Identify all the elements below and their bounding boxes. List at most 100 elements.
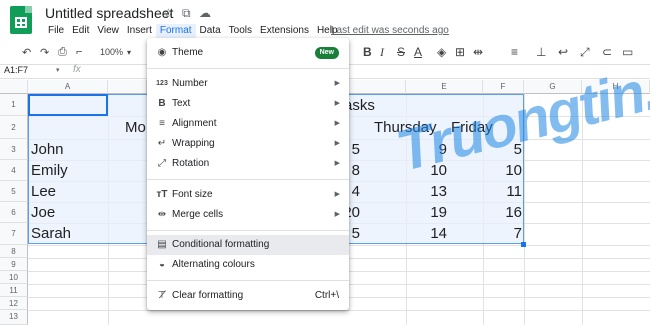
menu-item-wrapping[interactable]: ↵ Wrapping ▶ bbox=[147, 134, 349, 154]
wrap-icon[interactable]: ↩ bbox=[558, 45, 568, 59]
cell-a5[interactable]: Lee bbox=[31, 181, 56, 202]
comment-icon[interactable]: ▭ bbox=[622, 45, 633, 59]
menu-item-font-size[interactable]: тT Font size ▶ bbox=[147, 185, 349, 205]
menu-separator bbox=[147, 230, 349, 231]
submenu-arrow-icon: ▶ bbox=[334, 191, 340, 198]
menu-item-clear-formatting[interactable]: ⊤̸ Clear formatting Ctrl+\ bbox=[147, 286, 349, 306]
row-header-3[interactable]: 3 bbox=[0, 139, 28, 160]
menu-item-conditional-formatting[interactable]: ▤ Conditional formatting bbox=[147, 235, 349, 255]
rotate-icon[interactable]: ⤢ bbox=[580, 45, 590, 60]
row-header-5[interactable]: 5 bbox=[0, 181, 28, 202]
menu-item-theme[interactable]: ◉ Theme New bbox=[147, 43, 349, 63]
row-header-1[interactable]: 1 bbox=[0, 94, 28, 116]
strikethrough-icon[interactable]: S bbox=[397, 45, 405, 59]
menu-item-rotation[interactable]: ⤢ Rotation ▶ bbox=[147, 154, 349, 174]
menu-data[interactable]: Data bbox=[196, 24, 225, 38]
column-header-e[interactable]: E bbox=[406, 80, 483, 94]
cell-f5[interactable]: 11 bbox=[483, 181, 522, 202]
menu-item-number[interactable]: 123 Number ▶ bbox=[147, 74, 349, 94]
redo-icon[interactable]: ↷ bbox=[40, 46, 49, 59]
menu-extensions[interactable]: Extensions bbox=[256, 24, 313, 38]
menu-item-alternating-colours[interactable]: ◒ Alternating colours bbox=[147, 255, 349, 275]
submenu-arrow-icon: ▶ bbox=[334, 120, 340, 127]
cell-f7[interactable]: 7 bbox=[483, 223, 522, 244]
cell-b2[interactable]: Mo bbox=[125, 117, 146, 138]
cell-a4[interactable]: Emily bbox=[31, 160, 68, 181]
merge-cells-icon: ⇹ bbox=[157, 209, 167, 220]
text-rotation-icon: ⤢ bbox=[158, 158, 166, 169]
menu-bar: File Edit View Insert Format Data Tools … bbox=[44, 24, 342, 38]
row-header-12[interactable]: 12 bbox=[0, 297, 28, 310]
link-icon[interactable]: ⊂ bbox=[602, 45, 612, 59]
menu-item-text[interactable]: B Text ▶ bbox=[147, 94, 349, 114]
menu-format[interactable]: Format bbox=[155, 24, 196, 38]
submenu-arrow-icon: ▶ bbox=[334, 140, 340, 147]
select-all-corner[interactable] bbox=[0, 80, 28, 94]
menu-file[interactable]: File bbox=[44, 24, 68, 38]
cell-a7[interactable]: Sarah bbox=[31, 223, 71, 244]
submenu-arrow-icon: ▶ bbox=[334, 211, 340, 218]
cell-e6[interactable]: 19 bbox=[406, 202, 447, 223]
app-root: { "app": { "title": "Untitled spreadshee… bbox=[0, 0, 650, 325]
cloud-saved-icon: ☁ bbox=[199, 6, 211, 20]
menu-view[interactable]: View bbox=[93, 24, 123, 38]
cell-a6[interactable]: Joe bbox=[31, 202, 55, 223]
active-cell-a1[interactable] bbox=[28, 94, 108, 116]
column-header-d[interactable] bbox=[349, 80, 406, 94]
clear-format-icon: ⊤̸ bbox=[157, 290, 167, 301]
menu-separator bbox=[147, 179, 349, 180]
menu-insert[interactable]: Insert bbox=[123, 24, 156, 38]
number-format-icon: 123 bbox=[156, 80, 168, 87]
row-header-2[interactable]: 2 bbox=[0, 116, 28, 139]
fill-color-icon[interactable]: ◈ bbox=[437, 45, 446, 59]
document-title[interactable]: Untitled spreadsheet bbox=[45, 5, 173, 21]
menu-item-alignment[interactable]: ≡ Alignment ▶ bbox=[147, 114, 349, 134]
align-icon[interactable]: ≡ bbox=[511, 45, 518, 59]
cell-f6[interactable]: 16 bbox=[483, 202, 522, 223]
name-box-dropdown-icon[interactable]: ▾ bbox=[56, 66, 60, 74]
valign-icon[interactable]: ⊥ bbox=[536, 45, 546, 59]
row-header-9[interactable]: 9 bbox=[0, 258, 28, 271]
row-header-6[interactable]: 6 bbox=[0, 202, 28, 223]
menu-tools[interactable]: Tools bbox=[225, 24, 256, 38]
print-icon[interactable]: ⎙ bbox=[58, 46, 67, 59]
submenu-arrow-icon: ▶ bbox=[334, 160, 340, 167]
bold-icon[interactable]: B bbox=[363, 45, 372, 59]
paint-format-icon[interactable]: ⌐ bbox=[76, 46, 82, 58]
column-header-b[interactable] bbox=[108, 80, 147, 94]
name-box[interactable]: A1:F7 bbox=[4, 65, 28, 75]
format-menu: ◉ Theme New 123 Number ▶ B Text ▶ ≡ Alig… bbox=[147, 38, 349, 310]
conditional-format-icon: ▤ bbox=[157, 239, 167, 250]
row-header-7[interactable]: 7 bbox=[0, 223, 28, 245]
star-icon[interactable]: ☆ bbox=[163, 6, 174, 20]
cell-a3[interactable]: John bbox=[31, 139, 64, 160]
merge-icon[interactable]: ⇹ bbox=[473, 45, 483, 59]
fx-icon: fx bbox=[73, 64, 81, 75]
last-edit-link[interactable]: Last edit was seconds ago bbox=[331, 25, 449, 36]
submenu-arrow-icon: ▶ bbox=[334, 80, 340, 87]
menu-item-merge-cells[interactable]: ⇹ Merge cells ▶ bbox=[147, 205, 349, 225]
borders-icon[interactable]: ⊞ bbox=[455, 45, 465, 59]
move-folder-icon[interactable]: ⧉ bbox=[182, 6, 191, 21]
column-header-a[interactable]: A bbox=[28, 80, 108, 94]
palette-icon: ◉ bbox=[157, 47, 167, 58]
row-header-13[interactable]: 13 bbox=[0, 310, 28, 325]
row-header-10[interactable]: 10 bbox=[0, 271, 28, 284]
new-badge: New bbox=[314, 47, 339, 59]
zoom-select[interactable]: 100% bbox=[100, 47, 123, 57]
sheets-logo-icon[interactable] bbox=[10, 6, 32, 34]
zoom-dropdown-icon[interactable]: ▾ bbox=[127, 48, 131, 57]
cell-e7[interactable]: 14 bbox=[406, 223, 447, 244]
bold-text-icon: B bbox=[158, 98, 166, 109]
undo-icon[interactable]: ↶ bbox=[22, 46, 31, 59]
row-header-8[interactable]: 8 bbox=[0, 245, 28, 258]
align-left-icon: ≡ bbox=[159, 118, 165, 129]
italic-icon[interactable]: I bbox=[380, 45, 384, 60]
menu-separator bbox=[147, 68, 349, 69]
menu-edit[interactable]: Edit bbox=[68, 24, 93, 38]
submenu-arrow-icon: ▶ bbox=[334, 100, 340, 107]
text-color-icon[interactable]: A bbox=[414, 45, 422, 59]
cell-e5[interactable]: 13 bbox=[406, 181, 447, 202]
row-header-11[interactable]: 11 bbox=[0, 284, 28, 297]
row-header-4[interactable]: 4 bbox=[0, 160, 28, 181]
